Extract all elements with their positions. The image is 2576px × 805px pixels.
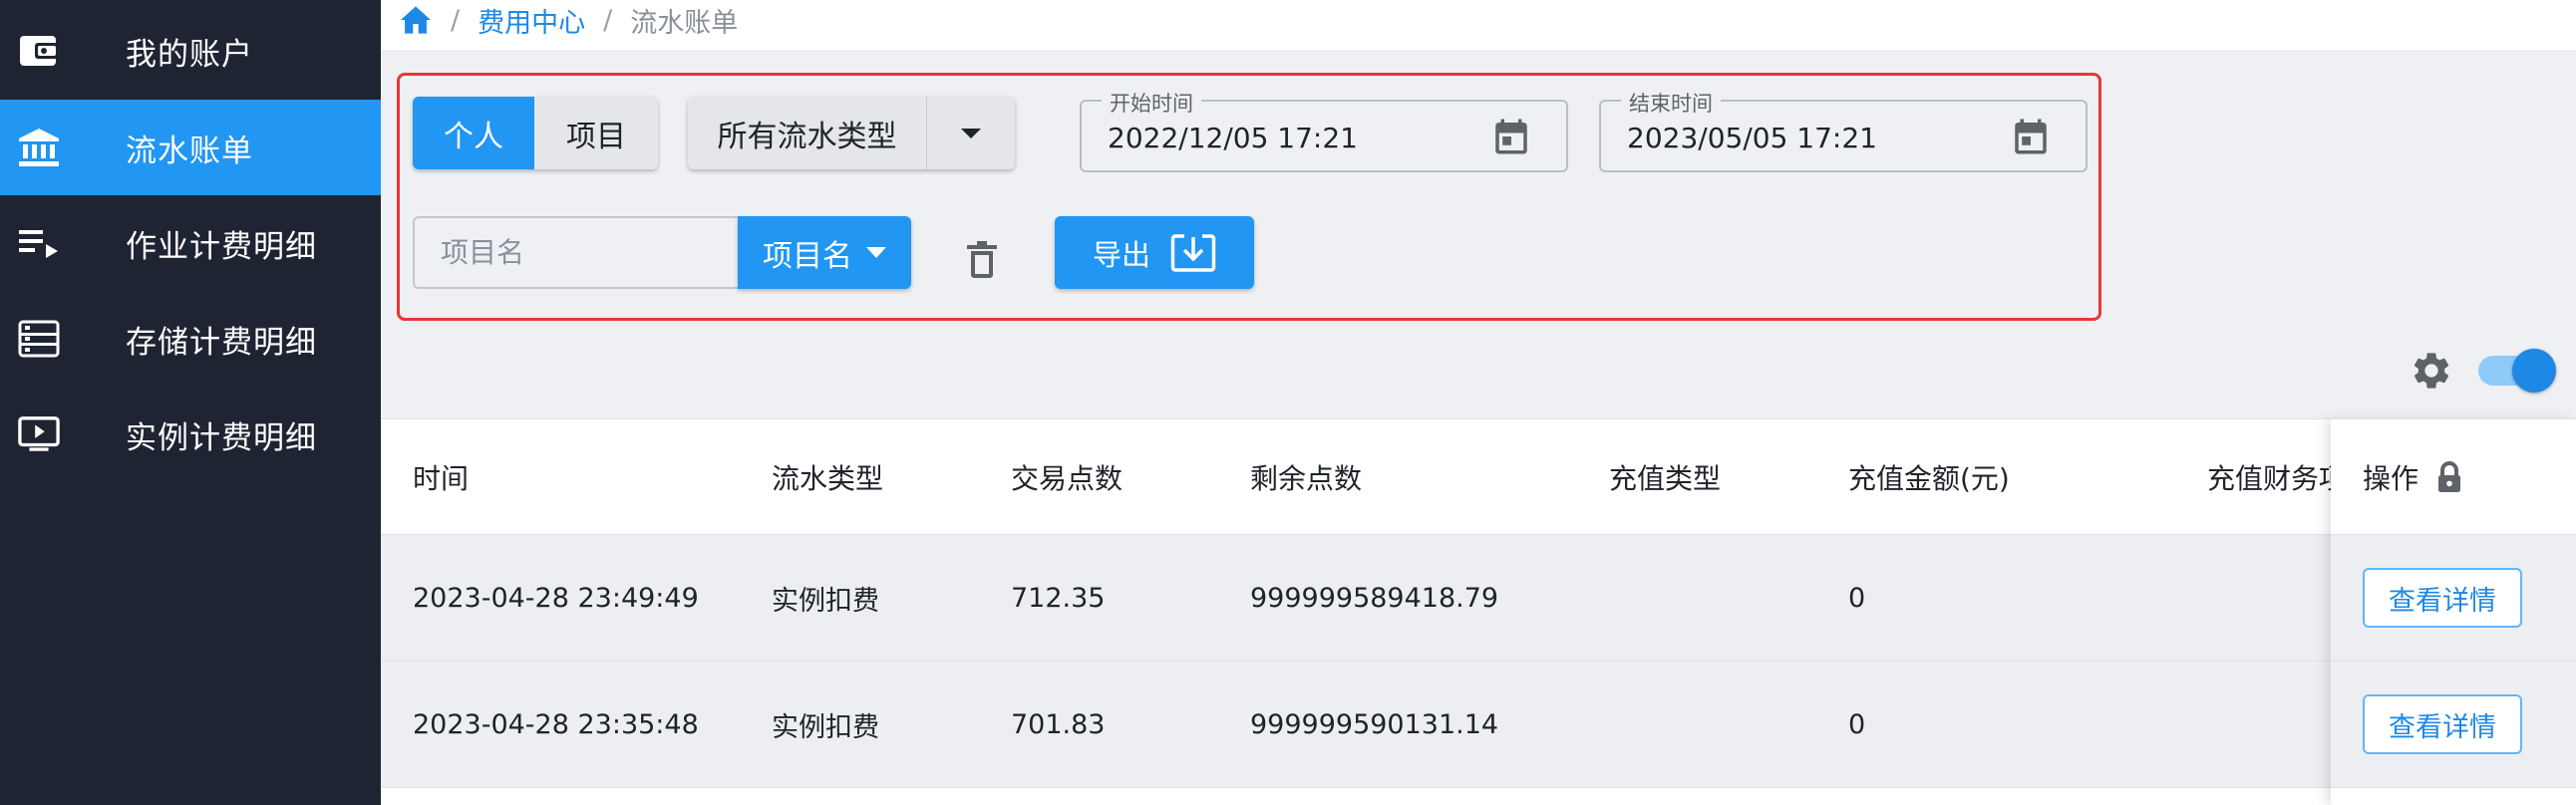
sidebar-item-label: 我的账户 xyxy=(126,36,253,73)
column-header-points[interactable]: 交易点数 xyxy=(1011,419,1123,535)
cell-remaining: 999999590131.14 xyxy=(1250,709,1499,740)
start-time-field[interactable]: 开始时间 2022/12/05 17:21 xyxy=(1080,88,1568,172)
table-row: 2023-04-28 23:35:48 实例扣费 701.83 99999959… xyxy=(381,662,2576,788)
sidebar: 我的账户 流水账单 作业计费明细 存储计费明细 实例计费明细 xyxy=(0,0,381,805)
start-time-label: 开始时间 xyxy=(1102,88,1201,118)
sidebar-item-instance-billing[interactable]: 实例计费明细 xyxy=(0,387,381,482)
cell-amount: 0 xyxy=(1848,709,1866,740)
start-time-value: 2022/12/05 17:21 xyxy=(1108,122,1358,154)
cell-time: 2023-04-28 23:49:49 xyxy=(413,583,699,614)
sidebar-item-label: 流水账单 xyxy=(126,133,253,169)
sidebar-item-job-billing[interactable]: 作业计费明细 xyxy=(0,195,381,291)
sidebar-item-flow-bill[interactable]: 流水账单 xyxy=(0,100,381,195)
storage-icon xyxy=(18,320,60,358)
column-header-remaining[interactable]: 剩余点数 xyxy=(1250,419,1362,535)
view-details-button[interactable]: 查看详情 xyxy=(2363,568,2522,628)
cell-flow-type: 实例扣费 xyxy=(772,586,879,617)
caret-down-icon xyxy=(866,247,886,258)
wallet-icon xyxy=(18,33,60,69)
gear-icon[interactable] xyxy=(2410,349,2453,393)
flow-table: 时间 流水类型 交易点数 剩余点数 充值类型 充值金额(元) 充值财务项 202… xyxy=(381,418,2576,805)
calendar-icon[interactable] xyxy=(2010,116,2052,157)
breadcrumb-separator: / xyxy=(603,4,613,36)
bank-icon xyxy=(18,129,60,166)
flow-type-value: 所有流水类型 xyxy=(688,97,927,169)
operations-column: 操作 查看详情 查看详情 xyxy=(2331,418,2576,805)
lock-icon[interactable] xyxy=(2436,460,2462,493)
operations-header-label: 操作 xyxy=(2363,461,2419,495)
download-icon xyxy=(1170,233,1216,272)
table-header: 时间 流水类型 交易点数 剩余点数 充值类型 充值金额(元) 充值财务项 xyxy=(381,419,2576,535)
sidebar-item-my-account[interactable]: 我的账户 xyxy=(0,3,381,99)
column-header-finance[interactable]: 充值财务项 xyxy=(2207,419,2347,535)
home-icon[interactable] xyxy=(399,5,433,35)
breadcrumb: / 费用中心 / 流水账单 xyxy=(399,0,738,40)
flow-type-select[interactable]: 所有流水类型 xyxy=(688,97,1015,169)
scope-toggle-group: 个人 项目 xyxy=(413,97,658,169)
cell-remaining: 999999589418.79 xyxy=(1250,583,1499,614)
breadcrumb-separator: / xyxy=(451,4,461,36)
cell-points: 701.83 xyxy=(1011,709,1106,740)
sidebar-item-label: 作业计费明细 xyxy=(126,228,317,265)
export-button-label: 导出 xyxy=(1092,237,1150,272)
sidebar-item-storage-billing[interactable]: 存储计费明细 xyxy=(0,291,381,387)
toggle-knob xyxy=(2512,349,2556,393)
chevron-down-icon[interactable] xyxy=(927,97,1015,169)
breadcrumb-current: 流水账单 xyxy=(630,7,739,39)
end-time-label: 结束时间 xyxy=(1621,88,1721,118)
export-button[interactable]: 导出 xyxy=(1055,216,1254,289)
view-toggle-switch[interactable] xyxy=(2478,349,2556,393)
monitor-play-icon xyxy=(18,416,60,452)
cell-flow-type: 实例扣费 xyxy=(772,712,879,743)
scope-project-button[interactable]: 项目 xyxy=(534,97,658,169)
search-field-label: 项目名 xyxy=(763,238,852,274)
cell-time: 2023-04-28 23:35:48 xyxy=(413,709,699,740)
operations-header: 操作 xyxy=(2331,419,2576,535)
view-details-button[interactable]: 查看详情 xyxy=(2363,694,2522,754)
column-header-time[interactable]: 时间 xyxy=(413,419,469,535)
playlist-icon xyxy=(18,225,60,261)
table-row: 2023-04-28 23:49:49 实例扣费 712.35 99999958… xyxy=(381,535,2576,662)
operations-cell: 查看详情 xyxy=(2331,535,2576,662)
scope-personal-button[interactable]: 个人 xyxy=(413,97,534,169)
breadcrumb-parent-link[interactable]: 费用中心 xyxy=(478,1,585,40)
column-header-recharge-type[interactable]: 充值类型 xyxy=(1609,419,1721,535)
operations-cell: 查看详情 xyxy=(2331,662,2576,788)
column-header-amount[interactable]: 充值金额(元) xyxy=(1848,419,2010,535)
calendar-icon[interactable] xyxy=(1490,116,1532,157)
cell-points: 712.35 xyxy=(1011,583,1106,614)
sidebar-item-label: 存储计费明细 xyxy=(126,324,317,361)
end-time-field[interactable]: 结束时间 2023/05/05 17:21 xyxy=(1599,88,2088,172)
project-name-input[interactable] xyxy=(413,216,738,289)
search-field-dropdown[interactable]: 项目名 xyxy=(738,216,911,289)
trash-icon[interactable] xyxy=(965,239,999,279)
column-header-flow-type[interactable]: 流水类型 xyxy=(772,419,883,535)
sidebar-item-label: 实例计费明细 xyxy=(126,419,317,456)
end-time-value: 2023/05/05 17:21 xyxy=(1627,122,1877,154)
cell-amount: 0 xyxy=(1848,583,1866,614)
